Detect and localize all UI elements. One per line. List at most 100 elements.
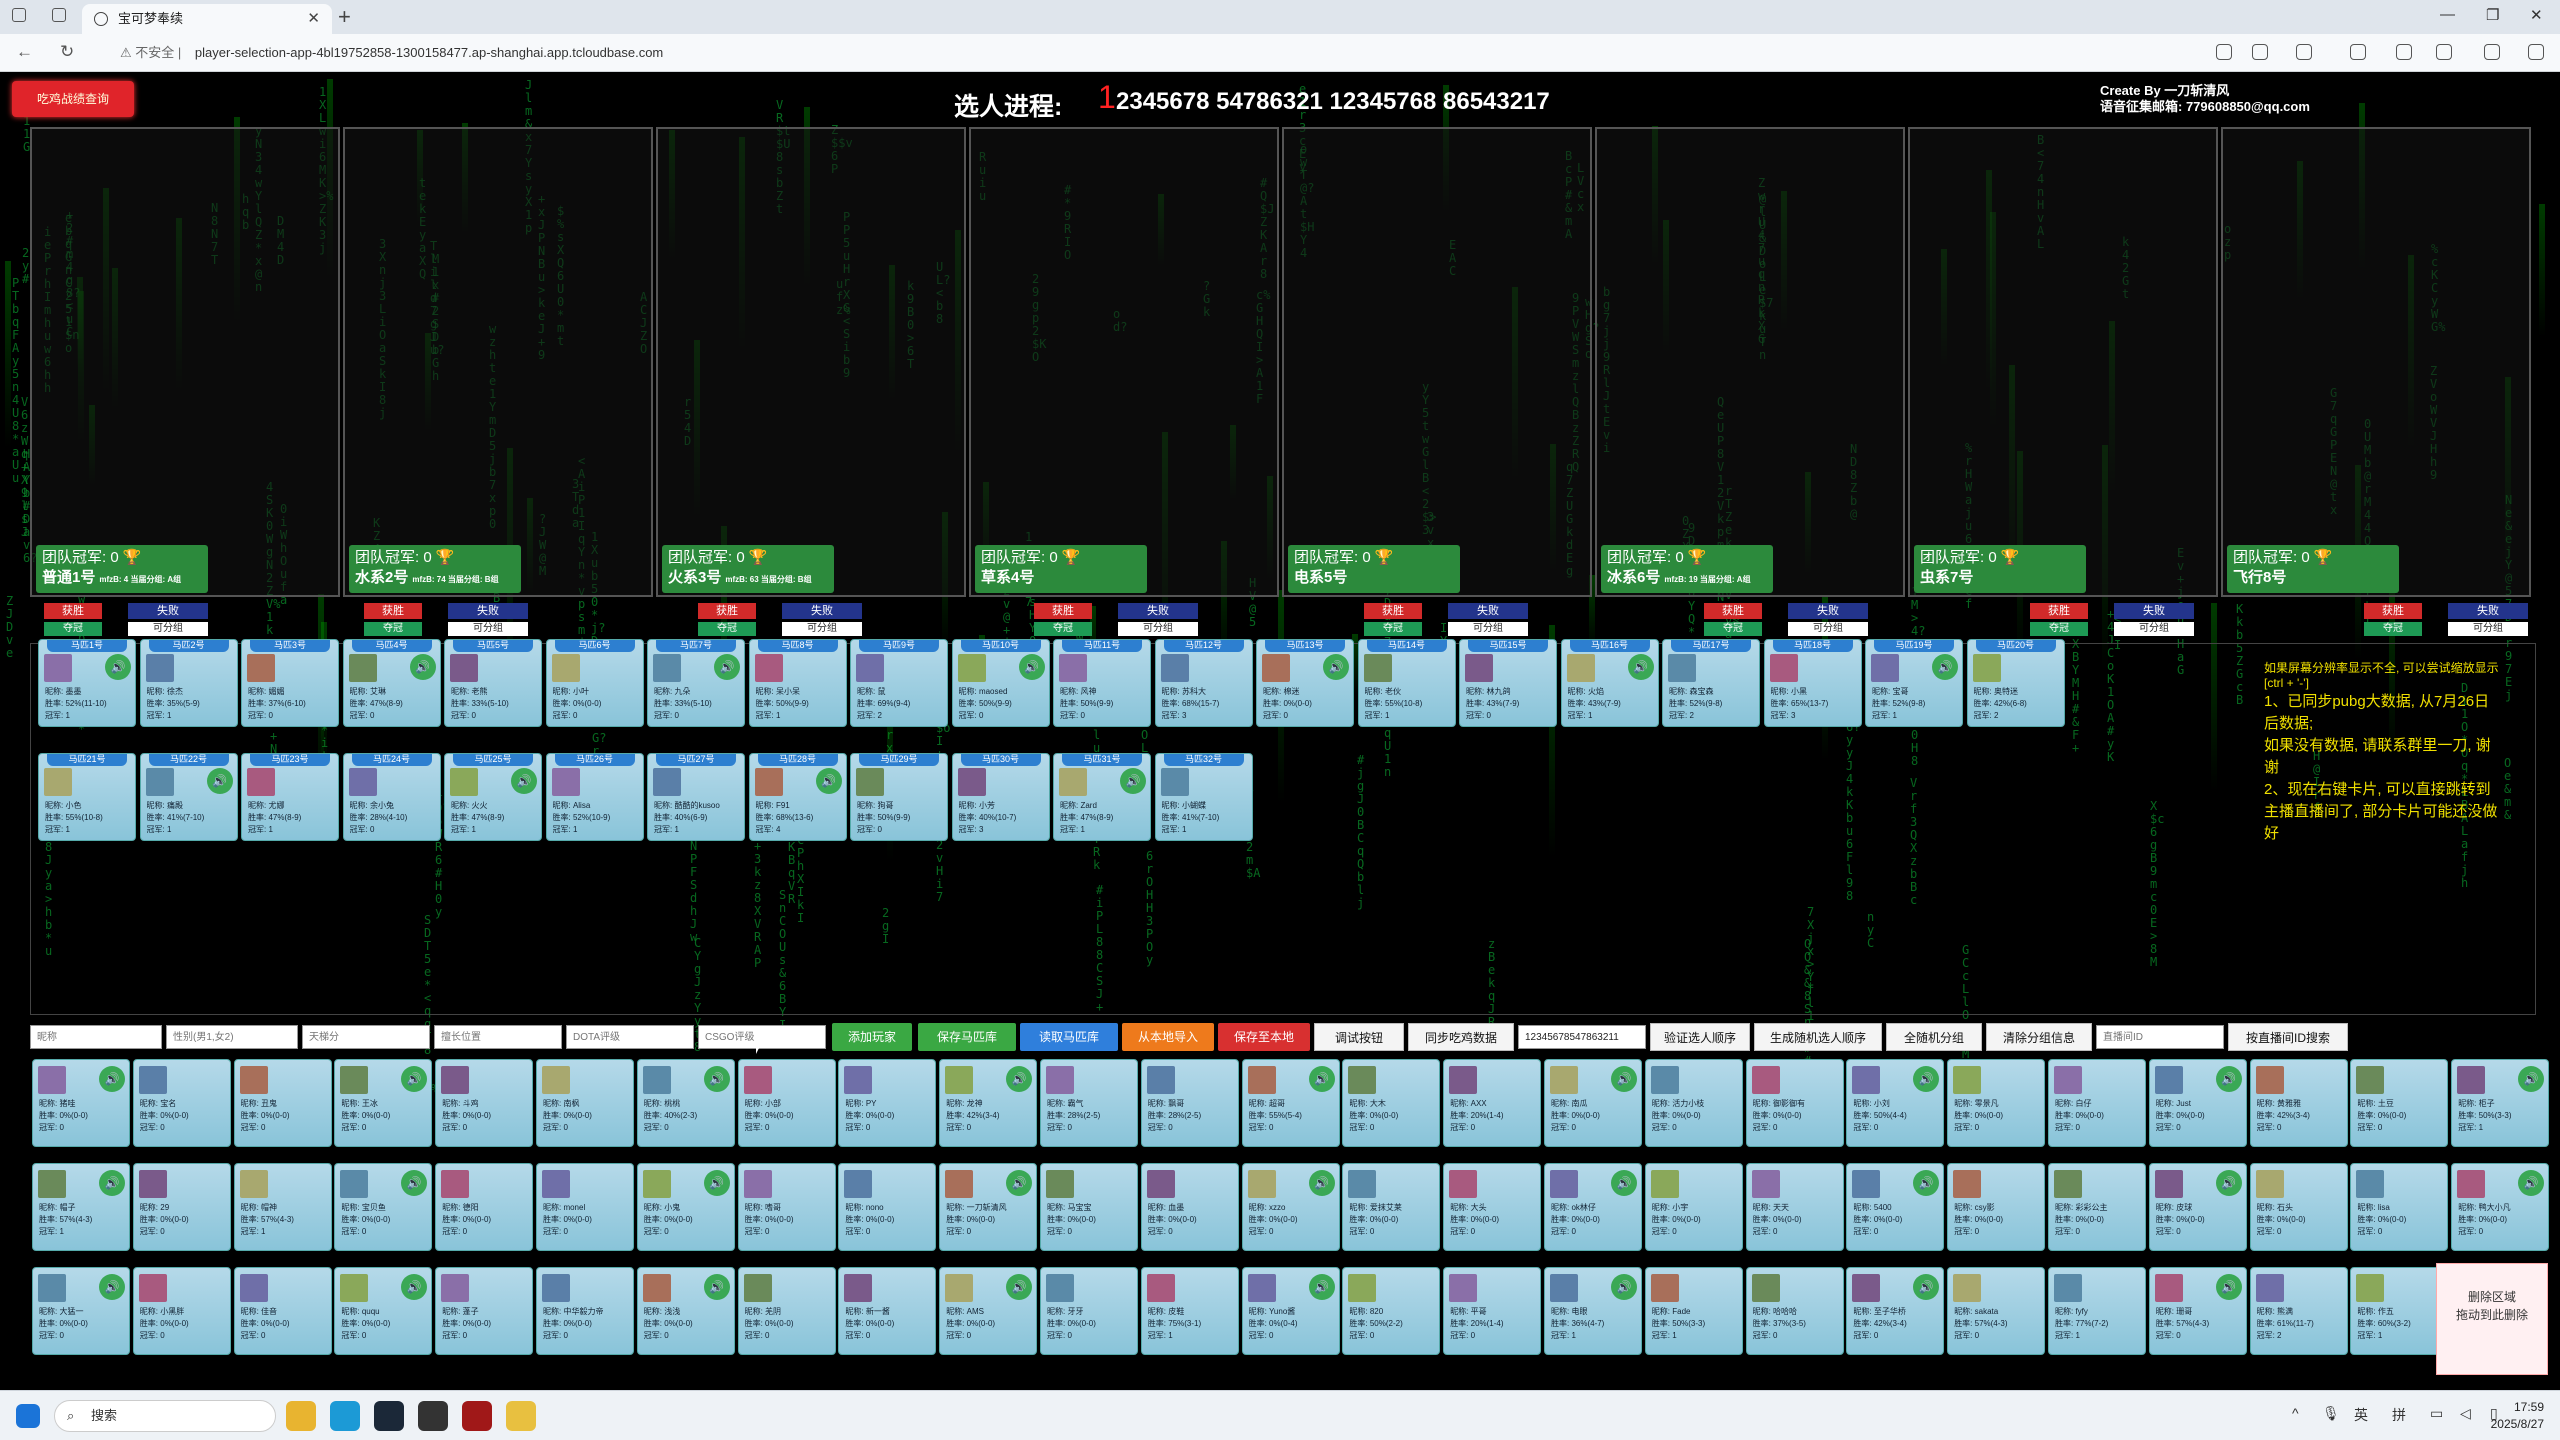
speaker-icon[interactable]: 🔊 (1932, 654, 1958, 680)
player-card[interactable]: 昵称: 佳音 胜率: 0%(0-0) 冠军: 0 (233, 1267, 332, 1355)
speaker-icon[interactable]: 🔊 (401, 1170, 428, 1196)
player-card[interactable]: 🔊 昵称: 桃桃 胜率: 40%(2-3) 冠军: 0 (636, 1059, 735, 1147)
mic-icon[interactable]: 🎙 (2322, 1405, 2340, 1422)
player-card[interactable]: 昵称: 帽神 胜率: 57%(4-3) 冠军: 1 (233, 1163, 332, 1251)
player-card[interactable]: 🔊 昵称: Yuno酱 胜率: 0%(0-4) 冠军: 0 (1241, 1267, 1340, 1355)
pubg-record-query-button[interactable]: 吃鸡战绩查询 (12, 81, 134, 117)
speaker-icon[interactable]: 🔊 (105, 654, 131, 680)
player-card[interactable]: 马匹17号 昵称: 森宝森 胜率: 52%(9-8) 冠军: 2 (1662, 639, 1760, 727)
team-group-button[interactable]: 可分组 (1118, 622, 1198, 636)
random-group-button[interactable]: 全随机分组 (1886, 1023, 1982, 1051)
speaker-icon[interactable]: 🔊 (401, 1066, 428, 1092)
read-aloud-icon[interactable] (2216, 44, 2232, 60)
speaker-icon[interactable]: 🔊 (206, 768, 233, 794)
speaker-icon[interactable]: 🔊 (2215, 1066, 2242, 1092)
player-card[interactable]: 马匹19号 🔊 昵称: 宝哥 胜率: 52%(9-8) 冠军: 1 (1865, 639, 1963, 727)
close-window-button[interactable]: ✕ (2530, 6, 2543, 24)
delete-drop-zone[interactable]: 删除区域 拖动到此删除 (2436, 1263, 2548, 1375)
player-card[interactable]: 昵称: AXX 胜率: 20%(1-4) 冠军: 0 (1443, 1059, 1542, 1147)
speaker-icon[interactable]: 🔊 (1611, 1066, 1637, 1092)
edge-icon[interactable] (330, 1401, 360, 1431)
player-card[interactable]: 马匹11号 昵称: 风神 胜率: 50%(9-9) 冠军: 0 (1053, 639, 1151, 727)
speaker-icon[interactable]: 🔊 (1120, 768, 1146, 794)
player-card[interactable]: 昵称: 彩彩公主 胜率: 0%(0-0) 冠军: 0 (2048, 1163, 2146, 1251)
team-champion-button[interactable]: 夺冠 (44, 622, 102, 636)
player-card[interactable]: 昵称: 爱抹艾莱 胜率: 0%(0-0) 冠军: 0 (1342, 1163, 1441, 1251)
team-lose-button[interactable]: 失败 (2448, 603, 2528, 619)
player-card[interactable]: 昵称: 石头 胜率: 0%(0-0) 冠军: 0 (2249, 1163, 2348, 1251)
player-card[interactable]: 🔊 昵称: 一刀斩清风 胜率: 0%(0-0) 冠军: 0 (939, 1163, 1038, 1251)
file-explorer-icon[interactable] (286, 1401, 316, 1431)
player-card[interactable]: 🔊 昵称: 超哥 胜率: 55%(5-4) 冠军: 0 (1241, 1059, 1340, 1147)
player-card[interactable]: 马匹1号 🔊 昵称: 墨墨 胜率: 52%(11-10) 冠军: 1 (38, 639, 136, 727)
player-card[interactable]: 昵称: sakata 胜率: 57%(4-3) 冠军: 0 (1947, 1267, 2046, 1355)
team-win-button[interactable]: 获胜 (44, 603, 102, 619)
player-card[interactable]: 昵称: 血墨 胜率: 0%(0-0) 冠军: 0 (1140, 1163, 1239, 1251)
player-card[interactable]: 昵称: 皮鞋 胜率: 75%(3-1) 冠军: 1 (1140, 1267, 1239, 1355)
team-win-button[interactable]: 获胜 (1704, 603, 1762, 619)
player-card[interactable]: 马匹14号 昵称: 老伙 胜率: 55%(10-8) 冠军: 1 (1357, 639, 1456, 727)
player-card[interactable]: 🔊 昵称: 龙神 胜率: 42%(3-4) 冠军: 0 (939, 1059, 1038, 1147)
player-card[interactable]: 昵称: monel 胜率: 0%(0-0) 冠军: 0 (536, 1163, 634, 1251)
player-card[interactable]: 🔊 昵称: 5400 胜率: 0%(0-0) 冠军: 0 (1846, 1163, 1945, 1251)
player-card[interactable]: 昵称: 大木 胜率: 0%(0-0) 冠军: 0 (1342, 1059, 1441, 1147)
player-card[interactable]: 🔊 昵称: 小刘 胜率: 50%(4-4) 冠军: 0 (1846, 1059, 1945, 1147)
player-card[interactable]: 昵称: 蓬子 胜率: 0%(0-0) 冠军: 0 (435, 1267, 534, 1355)
minimize-button[interactable]: — (2440, 6, 2455, 23)
team-lose-button[interactable]: 失败 (448, 603, 528, 619)
player-card[interactable]: 昵称: Fade 胜率: 50%(3-3) 冠军: 1 (1644, 1267, 1743, 1355)
player-card[interactable]: 昵称: PY 胜率: 0%(0-0) 冠军: 0 (838, 1059, 937, 1147)
player-card[interactable]: 马匹29号 昵称: 狗哥 胜率: 50%(9-9) 冠军: 0 (850, 753, 948, 841)
speaker-icon[interactable]: 🔊 (1611, 1170, 1637, 1196)
player-card[interactable]: 马匹13号 🔊 昵称: 棉迷 胜率: 0%(0-0) 冠军: 0 (1256, 639, 1354, 727)
player-card[interactable]: 昵称: 天天 胜率: 0%(0-0) 冠军: 0 (1745, 1163, 1844, 1251)
team-lose-button[interactable]: 失败 (782, 603, 862, 619)
player-card[interactable]: 🔊 昵称: 王冰 胜率: 0%(0-0) 冠军: 0 (334, 1059, 433, 1147)
speaker-icon[interactable]: 🔊 (1913, 1274, 1940, 1300)
speaker-icon[interactable]: 🔊 (2215, 1170, 2242, 1196)
player-card[interactable]: 昵称: 新一酱 胜率: 0%(0-0) 冠军: 0 (838, 1267, 937, 1355)
player-card[interactable]: 昵称: 御影御有 胜率: 0%(0-0) 冠军: 0 (1745, 1059, 1844, 1147)
tray-expand-icon[interactable]: ^ (2292, 1405, 2299, 1421)
speaker-icon[interactable]: 🔊 (703, 1274, 730, 1300)
player-card[interactable]: 🔊 昵称: 南瓜 胜率: 0%(0-0) 冠军: 0 (1544, 1059, 1642, 1147)
volume-icon[interactable]: ◁ (2460, 1405, 2471, 1422)
ime-english[interactable]: 英 (2354, 1405, 2368, 1425)
player-card[interactable]: 🔊 昵称: xzzo 胜率: 0%(0-0) 冠军: 0 (1241, 1163, 1340, 1251)
speaker-icon[interactable]: 🔊 (99, 1170, 125, 1196)
collections-icon[interactable] (2436, 44, 2452, 60)
add-player-button[interactable]: 添加玩家 (832, 1023, 912, 1051)
tab-actions-icon[interactable] (52, 8, 66, 22)
browser-tab[interactable]: 宝可梦奉续 ✕ (82, 4, 332, 34)
player-card[interactable]: 昵称: 零景凡 胜率: 0%(0-0) 冠军: 0 (1947, 1059, 2046, 1147)
team-champion-button[interactable]: 夺冠 (2030, 622, 2088, 636)
player-card[interactable]: 昵称: 作五 胜率: 60%(3-2) 冠军: 1 (2350, 1267, 2449, 1355)
player-card[interactable]: 昵称: 霸气 胜率: 28%(2-5) 冠军: 0 (1040, 1059, 1138, 1147)
copilot-icon[interactable] (2528, 44, 2544, 60)
player-card[interactable]: 昵称: 南枫 胜率: 0%(0-0) 冠军: 0 (536, 1059, 634, 1147)
clear-group-button[interactable]: 清除分组信息 (1986, 1023, 2092, 1051)
team-lose-button[interactable]: 失败 (2114, 603, 2194, 619)
player-card[interactable]: 马匹8号 昵称: 呆小呆 胜率: 50%(9-9) 冠军: 1 (748, 639, 847, 727)
player-card[interactable]: 🔊 昵称: 鸭大小凡 胜率: 0%(0-0) 冠军: 0 (2451, 1163, 2550, 1251)
player-card[interactable]: 🔊 昵称: 宝贝鱼 胜率: 0%(0-0) 冠军: 0 (334, 1163, 433, 1251)
player-card[interactable]: 🔊 昵称: 浅浅 胜率: 0%(0-0) 冠军: 0 (636, 1267, 735, 1355)
speaker-icon[interactable]: 🔊 (401, 1274, 428, 1300)
ladder-score-input[interactable] (302, 1025, 430, 1049)
player-card[interactable]: 马匹23号 昵称: 尤娜 胜率: 47%(8-9) 冠军: 1 (241, 753, 339, 841)
team-win-button[interactable]: 获胜 (364, 603, 422, 619)
player-card[interactable]: 昵称: 飘哥 胜率: 28%(2-5) 冠军: 0 (1140, 1059, 1239, 1147)
search-by-live-id-button[interactable]: 按直播间ID搜索 (2228, 1023, 2348, 1051)
speaker-icon[interactable]: 🔊 (1913, 1066, 1940, 1092)
team-group-button[interactable]: 可分组 (2448, 622, 2528, 636)
player-card[interactable]: 马匹5号 昵称: 老熊 胜率: 33%(5-10) 冠军: 0 (444, 639, 542, 727)
player-card[interactable]: 昵称: 白仔 胜率: 0%(0-0) 冠军: 0 (2048, 1059, 2146, 1147)
team-group-button[interactable]: 可分组 (2114, 622, 2194, 636)
team-champion-button[interactable]: 夺冠 (2364, 622, 2422, 636)
player-card[interactable]: 马匹27号 昵称: 酷酷的kusoo 胜率: 40%(6-9) 冠军: 1 (647, 753, 745, 841)
team-group-button[interactable]: 可分组 (448, 622, 528, 636)
save-horse-lib-button[interactable]: 保存马匹库 (918, 1023, 1016, 1051)
profile-icon[interactable] (12, 8, 26, 22)
speaker-icon[interactable]: 🔊 (511, 768, 537, 794)
system-clock[interactable]: 17:59 2025/8/27 (2491, 1399, 2544, 1433)
